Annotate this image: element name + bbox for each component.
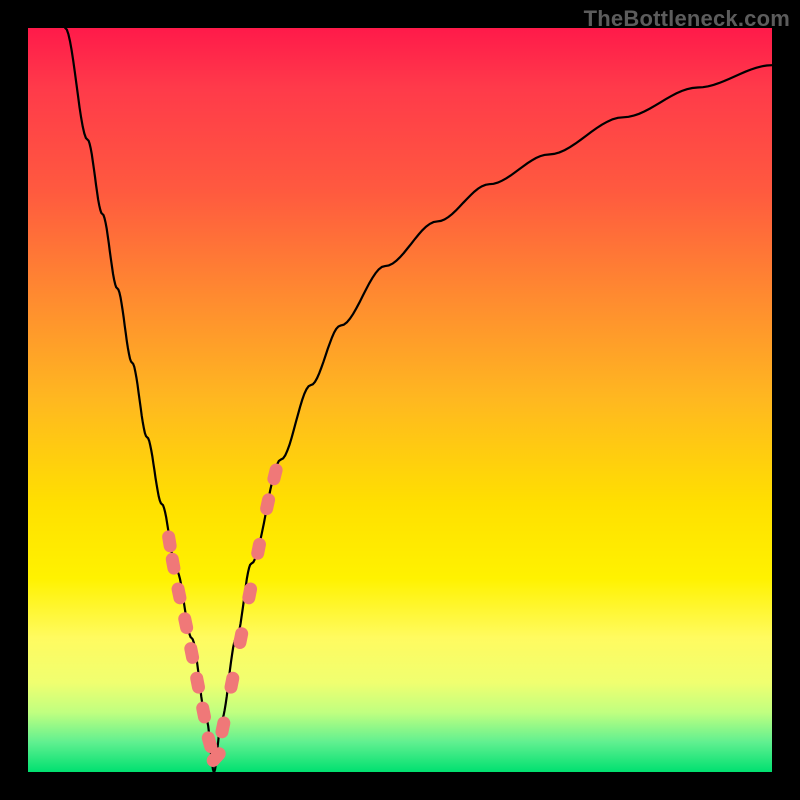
- bottleneck-curve: [65, 28, 772, 772]
- marker: [232, 626, 249, 650]
- marker: [189, 671, 206, 695]
- marker: [161, 529, 177, 553]
- marker: [266, 462, 284, 486]
- marker: [241, 581, 258, 605]
- chart-frame: TheBottleneck.com: [0, 0, 800, 800]
- marker: [183, 641, 200, 665]
- marker: [223, 671, 240, 695]
- marker: [214, 715, 231, 739]
- watermark-text: TheBottleneck.com: [584, 6, 790, 32]
- plot-area: [28, 28, 772, 772]
- marker: [165, 552, 182, 576]
- marker: [170, 581, 187, 605]
- marker: [250, 537, 267, 561]
- marker: [177, 611, 194, 635]
- marker: [259, 492, 276, 516]
- marker: [195, 700, 212, 724]
- chart-svg: [28, 28, 772, 772]
- marker-group: [161, 462, 284, 769]
